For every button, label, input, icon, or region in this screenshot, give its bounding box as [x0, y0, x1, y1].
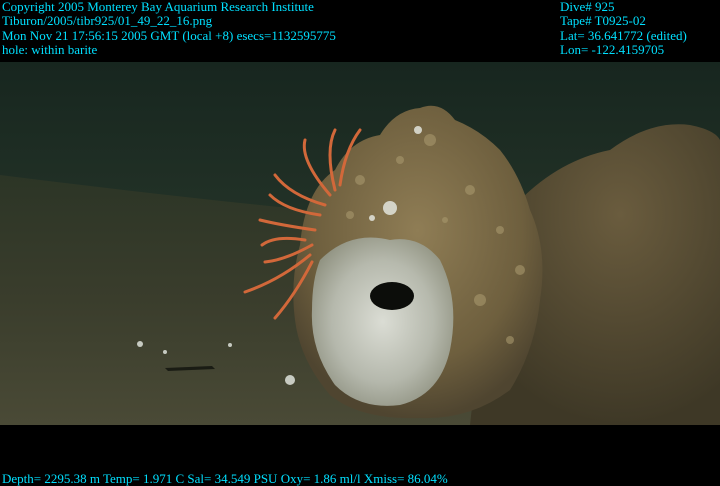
- dive-number: Dive# 925: [560, 0, 615, 14]
- tape-number: Tape# T0925-02: [560, 13, 646, 29]
- file-path-line: Tiburon/2005/tibr925/01_49_22_16.png: [2, 13, 213, 29]
- timestamp-line: Mon Nov 21 17:56:15 2005 GMT (local +8) …: [2, 27, 336, 43]
- photo-frame: Copyright 2005 Monterey Bay Aquarium Res…: [0, 0, 720, 486]
- header-info-left: Copyright 2005 Monterey Bay Aquarium Res…: [2, 0, 336, 57]
- header-info-right: Dive# 925 Tape# T0925-02 Lat= 36.641772 …: [560, 0, 687, 57]
- latitude: Lat= 36.641772 (edited): [560, 27, 687, 43]
- sensor-readout-line: Depth= 2295.38 m Temp= 1.971 C Sal= 34.5…: [2, 471, 448, 486]
- annotation-line: hole: within barite: [2, 41, 98, 57]
- longitude: Lon= -122.4159705: [560, 41, 665, 57]
- sensor-readout: Depth= 2295.38 m Temp= 1.971 C Sal= 34.5…: [2, 471, 448, 486]
- copyright-line: Copyright 2005 Monterey Bay Aquarium Res…: [2, 0, 314, 14]
- barite-deposit: [311, 237, 454, 406]
- underwater-photo: [0, 0, 720, 486]
- barite-hole: [370, 282, 414, 310]
